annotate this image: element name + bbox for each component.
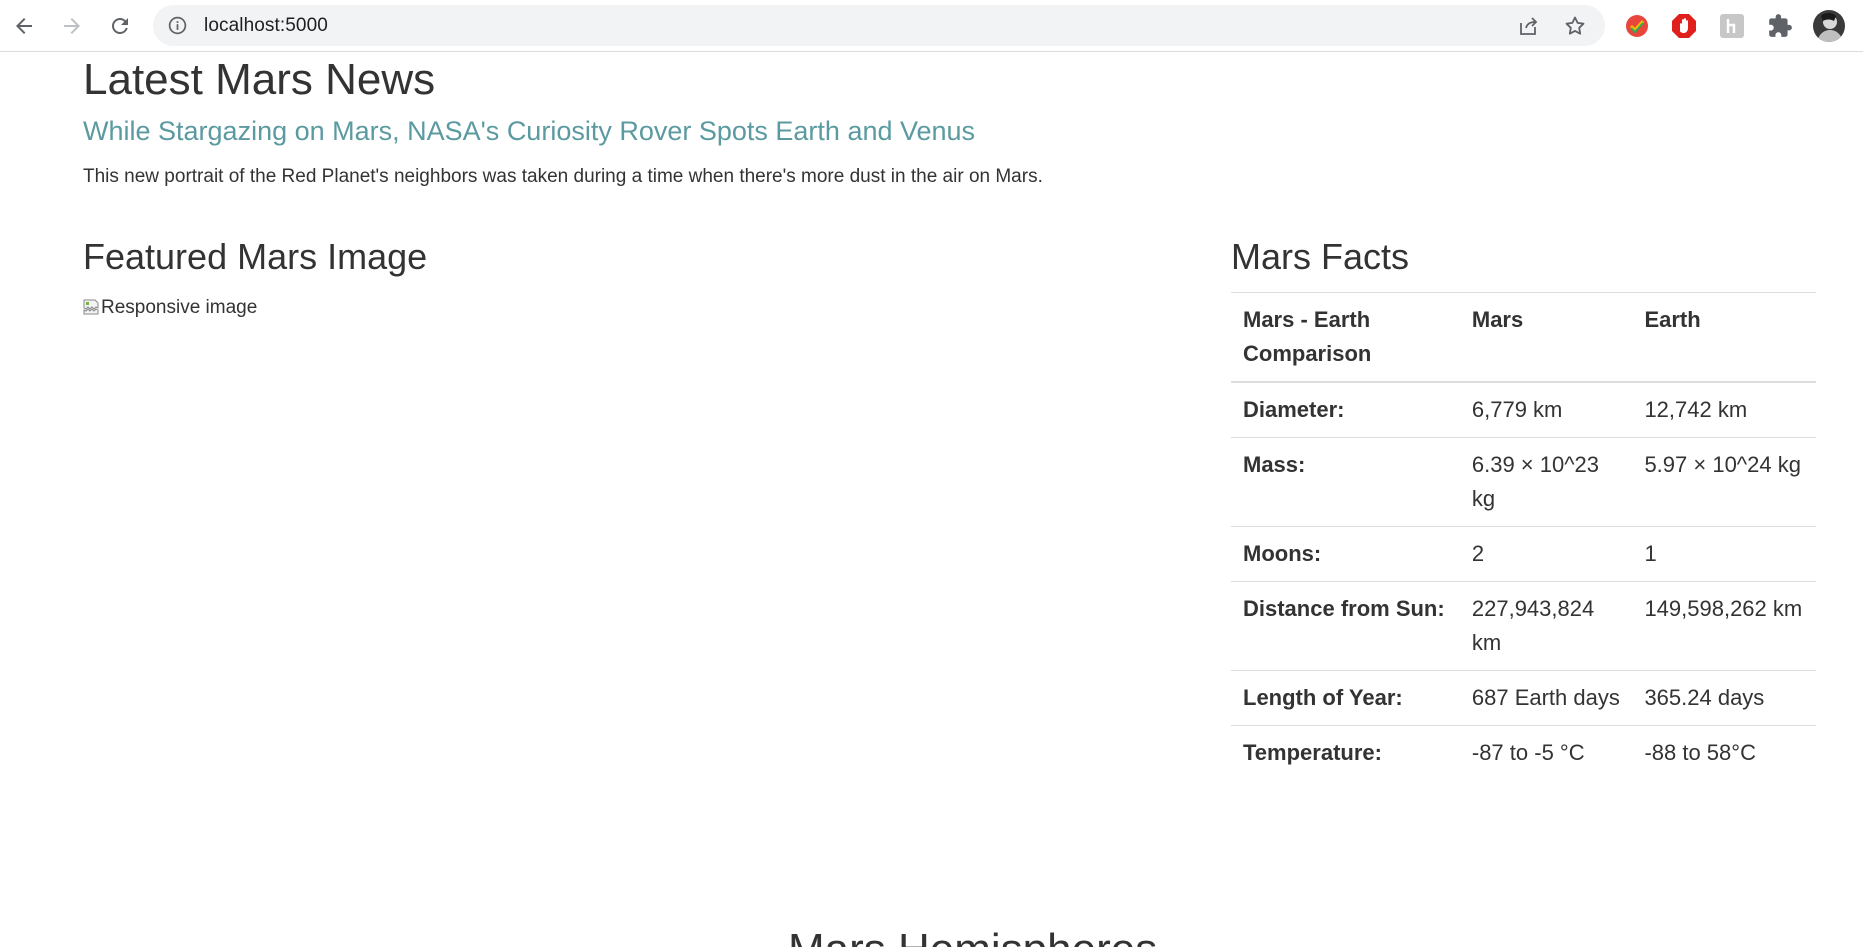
forward-button[interactable]: [54, 8, 90, 44]
facts-header-mars: Mars: [1459, 292, 1633, 383]
news-teaser: This new portrait of the Red Planet's ne…: [83, 166, 1043, 187]
mars-facts-table: Mars - Earth Comparison Mars Earth Diame…: [1231, 292, 1816, 780]
fact-mars-value: 2: [1459, 526, 1633, 582]
extensions-puzzle-icon[interactable]: [1767, 13, 1793, 39]
arrow-right-icon: [64, 18, 80, 34]
fact-earth-value: 1: [1632, 526, 1816, 582]
fact-earth-value: 5.97 × 10^24 kg: [1632, 437, 1816, 527]
featured-image-title: Featured Mars Image: [83, 236, 428, 277]
extension-checklist-icon[interactable]: [1624, 13, 1650, 39]
news-section-title: Latest Mars News: [83, 55, 436, 104]
fact-earth-value: -88 to 58°C: [1632, 725, 1816, 780]
fact-label: Temperature:: [1231, 725, 1460, 780]
table-row: Distance from Sun: 227,943,824 km 149,59…: [1231, 581, 1816, 671]
featured-image[interactable]: Responsive image: [83, 295, 257, 321]
mars-facts-title: Mars Facts: [1231, 236, 1410, 277]
table-row: Moons: 2 1: [1231, 526, 1816, 582]
arrow-left-icon: [16, 18, 32, 34]
fact-mars-value: 227,943,824 km: [1459, 581, 1633, 671]
bookmark-star-icon[interactable]: [1563, 14, 1587, 38]
fact-mars-value: 6,779 km: [1459, 381, 1633, 438]
fact-mars-value: 6.39 × 10^23 kg: [1459, 437, 1633, 527]
facts-header-comparison: Mars - Earth Comparison: [1231, 292, 1460, 383]
fact-earth-value: 12,742 km: [1632, 381, 1816, 438]
hemispheres-section-title: Mars Hemispheres: [788, 924, 1157, 947]
table-row: Length of Year: 687 Earth days 365.24 da…: [1231, 670, 1816, 726]
back-button[interactable]: [6, 8, 42, 44]
fact-earth-value: 149,598,262 km: [1632, 581, 1816, 671]
page-content: Latest Mars News While Stargazing on Mar…: [0, 52, 1863, 947]
address-bar[interactable]: localhost:5000: [153, 5, 1605, 46]
facts-header-earth: Earth: [1632, 292, 1816, 383]
table-row: Diameter: 6,779 km 12,742 km: [1231, 381, 1816, 438]
browser-toolbar: localhost:5000: [0, 0, 1863, 52]
fact-label: Moons:: [1231, 526, 1460, 582]
facts-header-row: Mars - Earth Comparison Mars Earth: [1231, 292, 1816, 383]
reload-button[interactable]: [102, 8, 138, 44]
table-row: Temperature: -87 to -5 °C -88 to 58°C: [1231, 725, 1816, 780]
reload-icon: [112, 18, 128, 34]
adblock-icon[interactable]: [1671, 13, 1697, 39]
fact-mars-value: 687 Earth days: [1459, 670, 1633, 726]
fact-label: Diameter:: [1231, 381, 1460, 438]
url-text[interactable]: localhost:5000: [204, 15, 328, 37]
news-headline-link[interactable]: While Stargazing on Mars, NASA's Curiosi…: [83, 115, 975, 147]
fact-earth-value: 365.24 days: [1632, 670, 1816, 726]
broken-image-icon: [83, 299, 99, 315]
info-icon[interactable]: [167, 15, 188, 36]
share-icon[interactable]: [1516, 14, 1540, 38]
fact-label: Mass:: [1231, 437, 1460, 527]
profile-avatar-icon[interactable]: [1813, 10, 1845, 42]
table-row: Mass: 6.39 × 10^23 kg 5.97 × 10^24 kg: [1231, 437, 1816, 527]
fact-mars-value: -87 to -5 °C: [1459, 725, 1633, 780]
fact-label: Distance from Sun:: [1231, 581, 1460, 671]
featured-image-alt-text: Responsive image: [101, 297, 258, 318]
extension-letter-icon[interactable]: [1719, 13, 1745, 39]
fact-label: Length of Year:: [1231, 670, 1460, 726]
